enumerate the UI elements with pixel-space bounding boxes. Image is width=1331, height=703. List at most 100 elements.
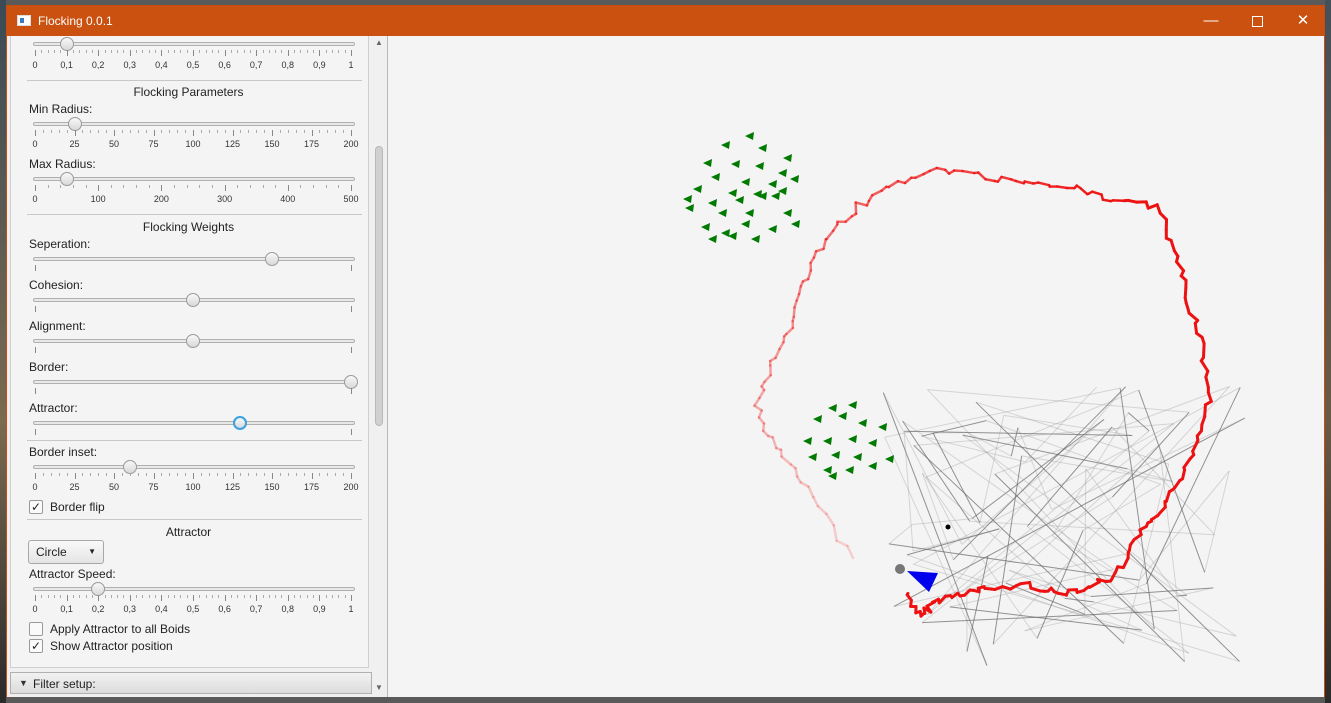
tick <box>311 130 313 136</box>
tick <box>200 130 202 133</box>
tick <box>224 185 226 191</box>
tick <box>167 50 169 53</box>
separation-slider-track[interactable] <box>33 257 355 261</box>
trail-segment <box>753 396 761 407</box>
history-line <box>1128 412 1150 432</box>
tick <box>66 50 68 56</box>
trail-segment <box>753 404 763 412</box>
border-inset-slider-track[interactable] <box>33 465 355 469</box>
title-bar[interactable]: Flocking 0.0.1 — ✕ <box>7 6 1324 36</box>
settings-scroll-content: 0 0,1 0,2 0,3 0,4 0,5 0,6 0,7 0,8 0,9 1 Flocking P… <box>10 36 369 668</box>
boid <box>708 199 717 207</box>
apply-attractor-all-label: Apply Attractor to all Boids <box>50 622 191 636</box>
trail-segment <box>1037 181 1051 187</box>
max-radius-slider-track[interactable] <box>33 177 355 181</box>
boid <box>731 160 740 168</box>
max-radius-label: Max Radius: <box>29 157 96 171</box>
tick <box>161 130 163 133</box>
attractor-speed-slider-track[interactable] <box>33 587 355 591</box>
tick <box>240 130 242 133</box>
tick <box>136 595 138 598</box>
attractor-weight-slider-track[interactable] <box>33 421 355 425</box>
trail-segment <box>935 166 947 172</box>
tick <box>47 185 49 188</box>
attractor-speed-slider-thumb[interactable] <box>91 582 106 596</box>
apply-attractor-all-checkbox[interactable] <box>29 622 43 636</box>
attractor-mode-value: Circle <box>36 545 67 559</box>
tick <box>161 473 163 476</box>
tick-label: 0,7 <box>249 60 263 70</box>
settings-scrollbar[interactable]: ▲ ▼ <box>372 36 386 692</box>
trail-segment <box>822 237 828 251</box>
tick <box>232 473 234 479</box>
tick-label: 0,3 <box>123 60 137 70</box>
close-button[interactable]: ✕ <box>1280 6 1326 36</box>
tick <box>335 130 337 133</box>
scroll-up-icon[interactable]: ▲ <box>375 38 383 47</box>
tick <box>104 595 106 598</box>
boid <box>728 189 737 197</box>
show-attractor-position-checkbox[interactable]: ✓ <box>29 639 43 653</box>
scrollbar-thumb[interactable] <box>375 146 383 426</box>
cohesion-slider-thumb[interactable] <box>186 293 200 307</box>
tick <box>325 595 327 598</box>
minimize-button[interactable]: — <box>1188 6 1234 36</box>
trail-segment <box>771 436 778 450</box>
top-slider-track[interactable] <box>33 42 355 46</box>
simulation-svg <box>683 132 1246 666</box>
attractor-weight-slider-thumb[interactable] <box>233 416 248 430</box>
filter-setup-pane[interactable]: ▼ Filter setup: <box>10 672 372 694</box>
border-slider-thumb[interactable] <box>344 375 358 389</box>
min-radius-slider-thumb[interactable] <box>67 117 82 131</box>
tick <box>264 473 266 476</box>
tick <box>121 130 123 133</box>
tick <box>66 130 68 133</box>
tick <box>155 50 157 53</box>
tick <box>74 473 76 479</box>
tick-label: 1 <box>348 604 354 614</box>
window-title: Flocking 0.0.1 <box>38 14 113 28</box>
tick <box>237 595 239 598</box>
simulation-canvas[interactable] <box>388 36 1324 697</box>
alignment-slider-thumb[interactable] <box>186 334 200 348</box>
border-flip-checkbox[interactable]: ✓ <box>29 500 43 514</box>
border-slider-track[interactable] <box>33 380 355 384</box>
boid <box>823 466 832 474</box>
history-line <box>979 415 1005 523</box>
tick-label: 50 <box>108 139 120 149</box>
tick <box>264 130 266 133</box>
tick <box>272 473 273 479</box>
tick-label: 150 <box>264 482 280 492</box>
tick-label: 0,9 <box>313 60 326 70</box>
border-inset-slider-thumb[interactable] <box>122 460 137 474</box>
tick <box>53 50 55 53</box>
max-radius-slider-thumb[interactable] <box>59 172 74 186</box>
boid <box>778 169 787 177</box>
separation-slider-thumb[interactable] <box>265 252 279 266</box>
trail-segment <box>1193 321 1199 335</box>
tick <box>74 130 76 136</box>
min-radius-label: Min Radius: <box>29 102 93 116</box>
tick-label: 0 <box>32 60 38 70</box>
scroll-down-icon[interactable]: ▼ <box>375 683 383 692</box>
tick <box>294 595 296 598</box>
tick <box>85 50 87 53</box>
tick-label: 125 <box>224 139 241 149</box>
tick-label: 0 <box>32 194 38 204</box>
tick <box>295 473 297 476</box>
tick-label: 0,2 <box>91 604 105 614</box>
history-line <box>1084 468 1087 615</box>
tick-label: 0,3 <box>123 604 137 614</box>
trail-segment <box>806 269 813 281</box>
tick <box>117 50 119 53</box>
attractor-mode-dropdown[interactable]: Circle ▼ <box>28 540 104 564</box>
top-slider-ticks <box>35 50 352 56</box>
trail-segment <box>792 306 796 319</box>
tick <box>240 473 242 476</box>
history-line <box>882 392 988 666</box>
trail-segment <box>1079 187 1089 196</box>
tick <box>72 50 74 53</box>
boid-flock-upper <box>683 132 800 243</box>
maximize-button[interactable] <box>1234 6 1280 36</box>
top-slider-thumb[interactable] <box>59 37 74 51</box>
